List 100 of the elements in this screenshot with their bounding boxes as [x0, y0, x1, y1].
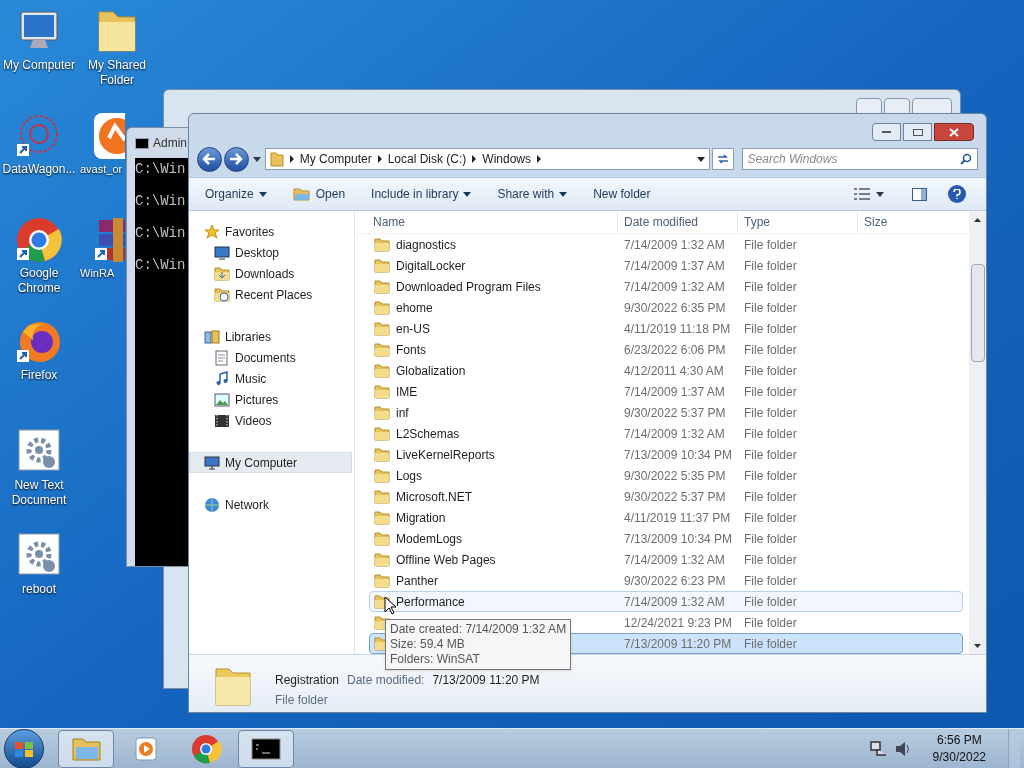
caret-icon [258, 191, 267, 197]
date-cell-text: 7/13/2009 10:34 PM [623, 446, 734, 464]
date-value: 7/13/2009 11:20 PM [432, 672, 540, 689]
network-icon[interactable] [868, 740, 887, 757]
date-cell-text: 12/24/2021 9:23 PM [623, 614, 734, 632]
tooltip-line: Size: 59.4 MB [390, 637, 466, 652]
monitor-icon [214, 244, 230, 261]
file-name: LiveKernelReports [396, 446, 495, 464]
chevron-icon[interactable] [289, 155, 294, 163]
back-button[interactable] [197, 146, 222, 172]
scroll-down-icon[interactable] [974, 643, 981, 648]
maximize-button[interactable] [903, 123, 932, 141]
help-button[interactable] [948, 185, 966, 203]
globe-icon [204, 496, 220, 513]
column-header[interactable]: Type [737, 211, 857, 233]
nav-item[interactable]: Favorites [189, 221, 352, 242]
nav-item[interactable]: Recent Places [189, 284, 352, 305]
chrome-icon[interactable] [15, 216, 63, 264]
question-mark-icon [953, 189, 961, 199]
toolbar-button[interactable]: New folder [585, 182, 659, 206]
column-header[interactable]: Size [857, 211, 927, 233]
type-cell-text: File folder [743, 551, 798, 569]
taskbar-button[interactable] [238, 729, 294, 768]
icon-label[interactable]: My Computer [3, 58, 75, 73]
icon-label[interactable]: avast_or [80, 162, 123, 177]
nav-item[interactable]: Desktop [189, 242, 352, 263]
volume-icon[interactable] [894, 740, 911, 757]
chevron-icon[interactable] [472, 155, 477, 163]
folder-icon [374, 341, 390, 358]
toolbar-button[interactable]: Organize [197, 182, 275, 206]
minimize-button[interactable] [872, 123, 901, 141]
music-note-icon [214, 370, 230, 387]
toolbar-button[interactable]: Open [284, 182, 354, 206]
file-name: Fonts [396, 341, 426, 359]
icon-label[interactable]: WinRA [80, 266, 115, 281]
nav-item[interactable]: Network [189, 494, 352, 515]
forward-button[interactable] [223, 146, 249, 172]
file-name: diagnostics [396, 236, 457, 254]
type-cell-text: File folder [743, 530, 798, 548]
chevron-icon[interactable] [377, 155, 382, 163]
close-button[interactable] [934, 123, 974, 141]
toolbar-button[interactable]: Include in library [363, 182, 480, 206]
search-field[interactable]: Search Windows [741, 148, 978, 170]
address-bar[interactable]: My Computer Local Disk (C:) Windows [264, 148, 710, 170]
nav-item[interactable]: Libraries [189, 326, 352, 347]
nav-item[interactable]: Music [189, 368, 352, 389]
folder-icon [374, 404, 390, 421]
icon-label[interactable]: DataWagon... [2, 162, 76, 177]
dropdown-icon[interactable] [696, 156, 705, 162]
toolbar-button[interactable]: Share with [489, 182, 576, 206]
icon-label[interactable]: New Text Document [1, 478, 77, 508]
type-cell-text: File folder [743, 404, 798, 422]
start-button[interactable] [4, 728, 44, 768]
breadcrumb-item[interactable]: Local Disk (C:) [387, 150, 467, 168]
nav-item[interactable]: My Computer [189, 452, 352, 473]
console-icon [135, 137, 149, 149]
file-row[interactable]: Performance 7/14/2009 1:32 AM File folder [369, 591, 963, 612]
breadcrumb-item[interactable]: My Computer [299, 150, 372, 168]
date-cell-text: 9/30/2022 5:37 PM [623, 404, 727, 422]
clock-time[interactable]: 6:56 PM [936, 731, 982, 749]
back-arrow-icon [202, 153, 217, 165]
folder-icon [374, 257, 390, 274]
scroll-up-icon[interactable] [974, 217, 981, 222]
icon-label[interactable]: Firefox [20, 368, 58, 383]
date-cell-text: 7/13/2009 11:20 PM [623, 635, 733, 653]
icon-label[interactable]: My Shared Folder [79, 58, 155, 88]
file-name: Downloaded Program Files [396, 278, 541, 296]
search-input[interactable]: Search Windows [747, 150, 960, 168]
type-cell-text: File folder [743, 278, 798, 296]
breadcrumb-item[interactable]: Windows [482, 150, 532, 168]
folder-icon [374, 320, 390, 337]
date-cell-text: 9/30/2022 5:35 PM [623, 467, 727, 485]
console-line: C:\Win [135, 224, 187, 243]
chevron-icon[interactable] [537, 155, 542, 163]
date-cell-text: 7/14/2009 1:32 AM [623, 278, 726, 296]
scroll-thumb[interactable] [970, 264, 985, 362]
type-cell-text: File folder [743, 341, 798, 359]
folder-icon [374, 509, 390, 526]
scrollbar[interactable] [969, 211, 986, 654]
chrome-icon [190, 732, 222, 765]
refresh-button[interactable] [711, 148, 734, 170]
nav-item[interactable]: Documents [189, 347, 352, 368]
folder-icon [374, 488, 390, 505]
file-name: L2Schemas [396, 425, 460, 443]
caret-icon [463, 191, 472, 197]
icon-label[interactable]: reboot [22, 582, 56, 597]
date-cell-text: 7/14/2009 1:32 AM [623, 236, 726, 254]
type-cell-text: File folder [743, 257, 798, 275]
star-icon [204, 223, 220, 240]
nav-item[interactable]: Videos [189, 410, 352, 431]
icon-label[interactable]: Google Chrome [1, 266, 77, 296]
column-header[interactable]: Name [355, 211, 617, 233]
nav-item[interactable]: Downloads [189, 263, 352, 284]
date-cell-text: 4/11/2019 11:18 PM [623, 320, 732, 338]
column-header[interactable]: Date modified [617, 211, 737, 233]
clock-date[interactable]: 9/30/2022 [932, 748, 986, 766]
app-icon[interactable] [93, 112, 125, 160]
nav-item[interactable]: Pictures [189, 389, 352, 410]
caret-icon[interactable] [252, 156, 261, 162]
console-line: C:\Win [135, 160, 187, 179]
